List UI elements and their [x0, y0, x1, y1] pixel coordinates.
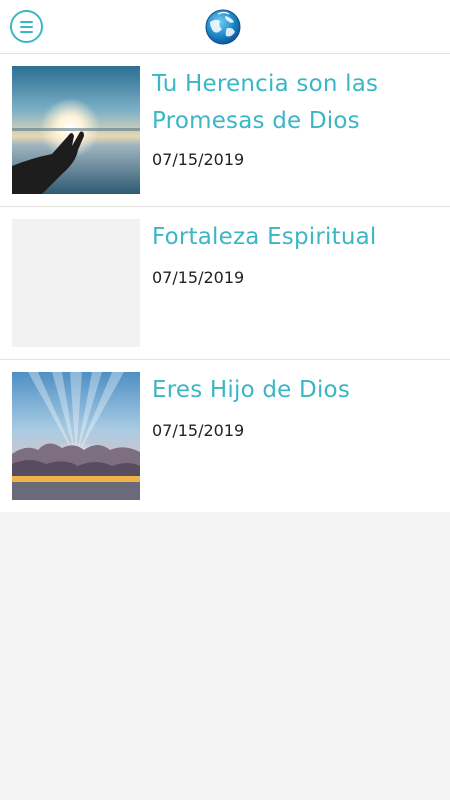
article-list: Tu Herencia son las Promesas de Dios 07/… [0, 54, 450, 512]
article-item[interactable]: Fortaleza Espiritual 07/15/2019 [0, 207, 450, 360]
article-title[interactable]: Tu Herencia son las Promesas de Dios [152, 66, 437, 140]
app-header [0, 0, 450, 54]
globe-logo-icon[interactable] [204, 8, 242, 46]
article-date: 07/15/2019 [152, 421, 245, 440]
article-title[interactable]: Fortaleza Espiritual [152, 219, 437, 256]
article-item[interactable]: Eres Hijo de Dios 07/15/2019 [0, 360, 450, 512]
article-thumbnail[interactable] [12, 66, 140, 194]
article-item[interactable]: Tu Herencia son las Promesas de Dios 07/… [0, 54, 450, 207]
article-title[interactable]: Eres Hijo de Dios [152, 372, 437, 409]
article-date: 07/15/2019 [152, 268, 245, 287]
article-thumbnail-placeholder[interactable] [12, 219, 140, 347]
article-date: 07/15/2019 [152, 150, 245, 169]
article-thumbnail[interactable] [12, 372, 140, 500]
hamburger-menu-icon[interactable] [10, 10, 43, 43]
